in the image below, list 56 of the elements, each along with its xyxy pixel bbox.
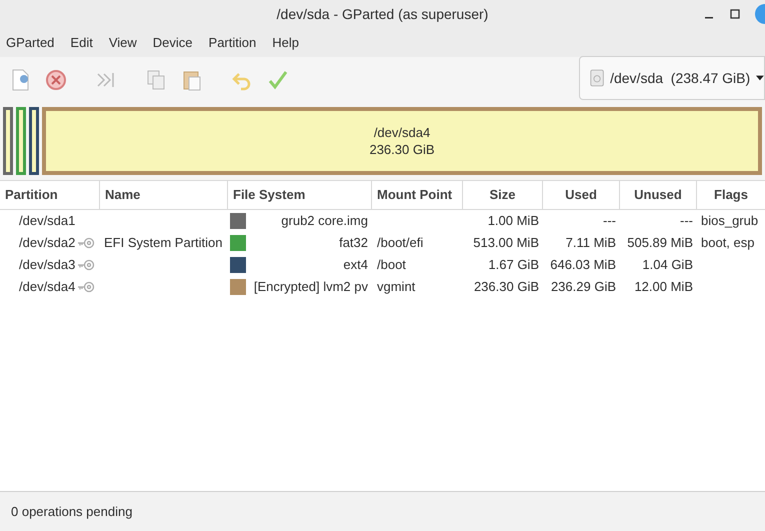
column-header[interactable]: Mount Point [372,181,463,209]
delete-icon[interactable] [45,68,67,90]
table-cell-text: 236.29 GiB [550,278,616,296]
table-cell-text: bios_grub [701,212,758,230]
table-cell-text: 12.00 MiB [634,278,693,296]
table-cell-text: 1.04 GiB [642,256,693,274]
window-title: /dev/sda - GParted (as superuser) [276,4,488,24]
table-cell-text: /boot [377,256,406,274]
table-cell-text: /boot/efi [377,234,424,252]
table-cell-text: /dev/sda4 [19,278,76,296]
table-cell-text: 7.11 MiB [566,234,616,252]
table-cell-text: EFI System Partition [104,234,222,252]
table-cell-text: /dev/sda3 [19,256,76,274]
table-cell-text: --- [680,212,693,230]
table-cell-text: fat32 [338,234,368,252]
column-header[interactable]: Used [543,181,620,209]
table-cell-text: 513.00 MiB [473,234,539,252]
maximize-icon[interactable] [729,8,741,20]
table-cell-text: /dev/sda2 [19,234,76,252]
menu-item[interactable]: GParted [0,28,60,57]
table-cell-text: 1.00 MiB [488,212,539,230]
dropdown-arrow-icon [756,74,764,82]
copy-icon[interactable] [145,68,167,90]
column-header[interactable]: Flags [697,181,765,209]
table-cell-text: 505.89 MiB [627,234,693,252]
partition-block[interactable] [29,107,39,175]
table-cell-text: [Encrypted] lvm2 pv [252,278,368,296]
menu-item[interactable]: View [102,28,143,57]
table-cell-text: 1.67 GiB [488,256,539,274]
column-header[interactable]: File System [228,181,372,209]
table-cell-text: boot, esp [701,234,754,252]
menu-item[interactable]: Help [266,28,305,57]
table-cell-text: 646.03 MiB [550,256,616,274]
table-cell-text: /dev/sda1 [19,212,76,230]
menu-item[interactable]: Device [146,28,199,57]
partition-label: 236.30 GiB [369,141,435,158]
menu-item[interactable]: Partition [202,28,262,57]
paste-icon[interactable] [181,68,203,90]
table-cell-text: 236.30 GiB [474,278,539,296]
checkmark-icon[interactable] [267,68,289,90]
column-header[interactable]: Unused [620,181,697,209]
partition-block[interactable] [3,107,13,175]
table-cell-text: vgmint [377,278,416,296]
column-header[interactable]: Partition [0,181,100,209]
status-text: 0 operations pending [11,502,132,521]
table-cell-text: grub2 core.img [280,212,368,230]
close-icon[interactable] [755,4,765,24]
column-header[interactable]: Size [463,181,543,209]
new-document-icon[interactable] [11,68,31,90]
partition-block[interactable]: /dev/sda4 236.30 GiB [42,107,762,175]
device-selector[interactable]: /dev/sda (238.47 GiB) [579,56,765,100]
table-cell-text: ext4 [342,256,368,274]
column-header[interactable]: Name [100,181,228,209]
menu-item[interactable]: Edit [64,28,99,57]
partition-label: /dev/sda4 [374,124,430,141]
table-cell-text: --- [603,212,616,230]
